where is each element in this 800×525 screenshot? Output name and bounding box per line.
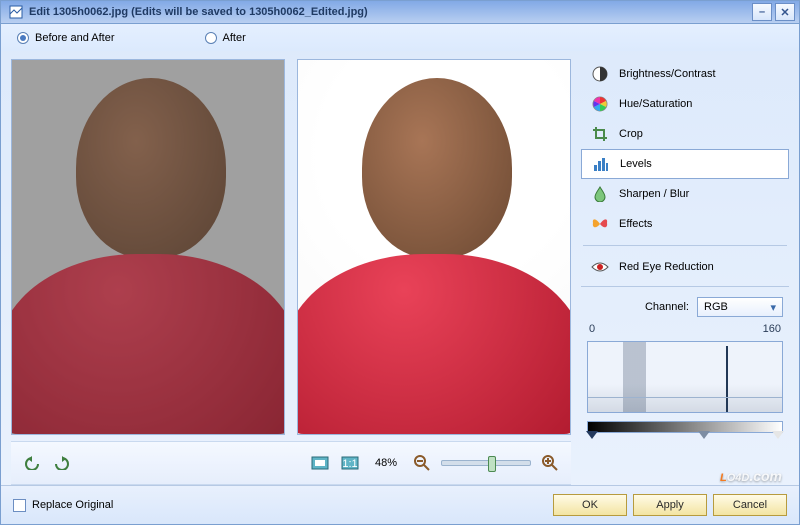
tool-sharpen-blur[interactable]: Sharpen / Blur xyxy=(581,179,789,209)
hue-saturation-icon xyxy=(591,95,609,113)
tool-label: Hue/Saturation xyxy=(619,98,692,110)
droplet-icon xyxy=(591,185,609,203)
radio-label: After xyxy=(223,32,246,44)
tool-label: Levels xyxy=(620,158,652,170)
zoom-slider[interactable] xyxy=(441,460,531,466)
close-button[interactable]: ✕ xyxy=(775,3,795,21)
preview-after xyxy=(297,59,571,435)
undo-icon xyxy=(24,456,40,470)
fit-window-button[interactable] xyxy=(309,452,331,474)
levels-icon xyxy=(592,155,610,173)
minimize-button[interactable]: – xyxy=(752,3,772,21)
channel-value: RGB xyxy=(704,301,728,313)
radio-after[interactable]: After xyxy=(205,32,246,44)
channel-label: Channel: xyxy=(645,301,689,313)
cancel-button[interactable]: Cancel xyxy=(713,494,787,516)
actual-size-icon: 1:1 xyxy=(341,456,359,470)
minimize-icon: – xyxy=(759,6,765,18)
tool-label: Sharpen / Blur xyxy=(619,188,689,200)
redo-icon xyxy=(54,456,70,470)
levels-mid-handle[interactable] xyxy=(698,431,710,439)
levels-black-handle[interactable] xyxy=(586,431,598,439)
footer: Replace Original OK Apply Cancel xyxy=(1,485,799,524)
view-mode-bar: Before and After After xyxy=(1,24,799,51)
app-icon xyxy=(9,5,23,19)
tool-effects[interactable]: Effects xyxy=(581,209,789,239)
scale-max: 160 xyxy=(763,323,781,335)
svg-text:1:1: 1:1 xyxy=(342,458,357,470)
crop-icon xyxy=(591,125,609,143)
tool-red-eye[interactable]: Red Eye Reduction xyxy=(581,252,789,282)
levels-panel: Channel: RGB ▾ 0 160 xyxy=(581,286,789,433)
zoom-value: 48% xyxy=(375,457,397,469)
radio-icon xyxy=(17,32,29,44)
preview-row xyxy=(11,59,571,435)
radio-icon xyxy=(205,32,217,44)
ok-button[interactable]: OK xyxy=(553,494,627,516)
undo-button[interactable] xyxy=(21,452,43,474)
butterfly-icon xyxy=(591,215,609,233)
zoom-in-button[interactable] xyxy=(539,452,561,474)
radio-label: Before and After xyxy=(35,32,115,44)
tool-hue-saturation[interactable]: Hue/Saturation xyxy=(581,89,789,119)
side-panel: Brightness/Contrast xyxy=(581,59,789,485)
close-icon: ✕ xyxy=(780,6,789,19)
zoom-out-button[interactable] xyxy=(411,452,433,474)
tool-crop[interactable]: Crop xyxy=(581,119,789,149)
tool-levels[interactable]: Levels xyxy=(581,149,789,179)
tool-label: Brightness/Contrast xyxy=(619,68,716,80)
actual-size-button[interactable]: 1:1 xyxy=(339,452,361,474)
levels-gradient[interactable] xyxy=(587,421,783,433)
preview-toolbar: 1:1 48% xyxy=(11,441,571,485)
divider xyxy=(583,245,787,246)
tool-label: Crop xyxy=(619,128,643,140)
histogram xyxy=(587,341,783,413)
redo-button[interactable] xyxy=(51,452,73,474)
brightness-contrast-icon xyxy=(591,65,609,83)
zoom-slider-knob[interactable] xyxy=(488,456,496,472)
tool-brightness-contrast[interactable]: Brightness/Contrast xyxy=(581,59,789,89)
chevron-down-icon: ▾ xyxy=(770,301,776,314)
preview-before xyxy=(11,59,285,435)
titlebar: Edit 1305h0062.jpg (Edits will be saved … xyxy=(1,1,799,24)
histogram-scale: 0 160 xyxy=(587,323,783,335)
window-title: Edit 1305h0062.jpg (Edits will be saved … xyxy=(29,6,749,18)
channel-dropdown[interactable]: RGB ▾ xyxy=(697,297,783,317)
radio-before-after[interactable]: Before and After xyxy=(17,32,115,44)
content-area: 1:1 48% xyxy=(1,51,799,485)
levels-white-handle[interactable] xyxy=(772,431,784,439)
zoom-out-icon xyxy=(414,455,430,471)
tool-label: Effects xyxy=(619,218,652,230)
checkbox-icon xyxy=(13,499,26,512)
channel-row: Channel: RGB ▾ xyxy=(587,297,783,317)
replace-original-label: Replace Original xyxy=(32,499,113,511)
replace-original-checkbox[interactable]: Replace Original xyxy=(13,499,113,512)
edit-window: Edit 1305h0062.jpg (Edits will be saved … xyxy=(0,0,800,525)
apply-button[interactable]: Apply xyxy=(633,494,707,516)
preview-area: 1:1 48% xyxy=(11,59,571,485)
tool-label: Red Eye Reduction xyxy=(619,261,714,273)
footer-buttons: OK Apply Cancel xyxy=(553,494,787,516)
scale-min: 0 xyxy=(589,323,595,335)
tool-list: Brightness/Contrast xyxy=(581,59,789,282)
zoom-in-icon xyxy=(542,455,558,471)
eye-icon xyxy=(591,258,609,276)
fit-icon xyxy=(311,456,329,470)
